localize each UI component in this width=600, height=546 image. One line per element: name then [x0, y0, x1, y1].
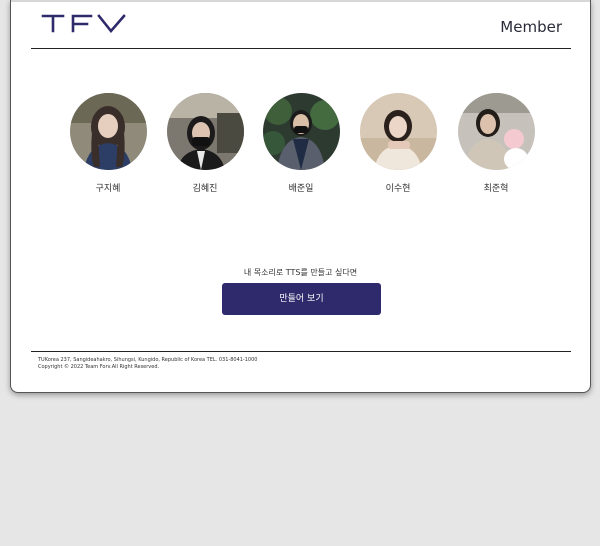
- footer-address: TUKorea 237, Sangideahakro, Sihungsi, Ku…: [38, 357, 258, 363]
- footer-divider: [31, 351, 571, 352]
- nav-member-link[interactable]: Member: [500, 18, 562, 36]
- member-card[interactable]: 구지혜: [69, 93, 147, 194]
- member-photo: [359, 93, 437, 170]
- footer-copyright: Copyright © 2022 Team Forv.All Right Res…: [38, 364, 160, 370]
- member-name: 구지혜: [95, 184, 121, 194]
- member-name: 배준일: [288, 184, 314, 194]
- member-card[interactable]: 김혜진: [166, 93, 244, 194]
- member-card[interactable]: 이수현: [359, 93, 437, 194]
- footer: TUKorea 237, Sangideahakro, Sihungsi, Ku…: [38, 357, 257, 371]
- member-photo: [69, 93, 147, 170]
- tfv-logo[interactable]: [41, 13, 127, 34]
- member-name: 김혜진: [192, 184, 218, 194]
- cta-prompt: 내 목소리로 TTS를 만들고 싶다면: [243, 268, 358, 277]
- browser-window: Member 구지혜 김혜진 배준일 이수현 최준혁 내 목소리로 TTS를 만…: [10, 0, 591, 393]
- create-tts-button[interactable]: 만들어 보기: [222, 283, 381, 315]
- member-name: 이수현: [385, 184, 411, 194]
- member-photo: [262, 93, 340, 170]
- member-card[interactable]: 배준일: [262, 93, 340, 194]
- window-top-strip: [11, 0, 590, 2]
- member-card[interactable]: 최준혁: [457, 93, 535, 194]
- header-divider: [31, 48, 571, 49]
- member-name: 최준혁: [483, 184, 509, 194]
- member-list: 구지혜 김혜진 배준일 이수현 최준혁: [11, 93, 590, 194]
- member-photo: [166, 93, 244, 170]
- member-photo: [457, 93, 535, 170]
